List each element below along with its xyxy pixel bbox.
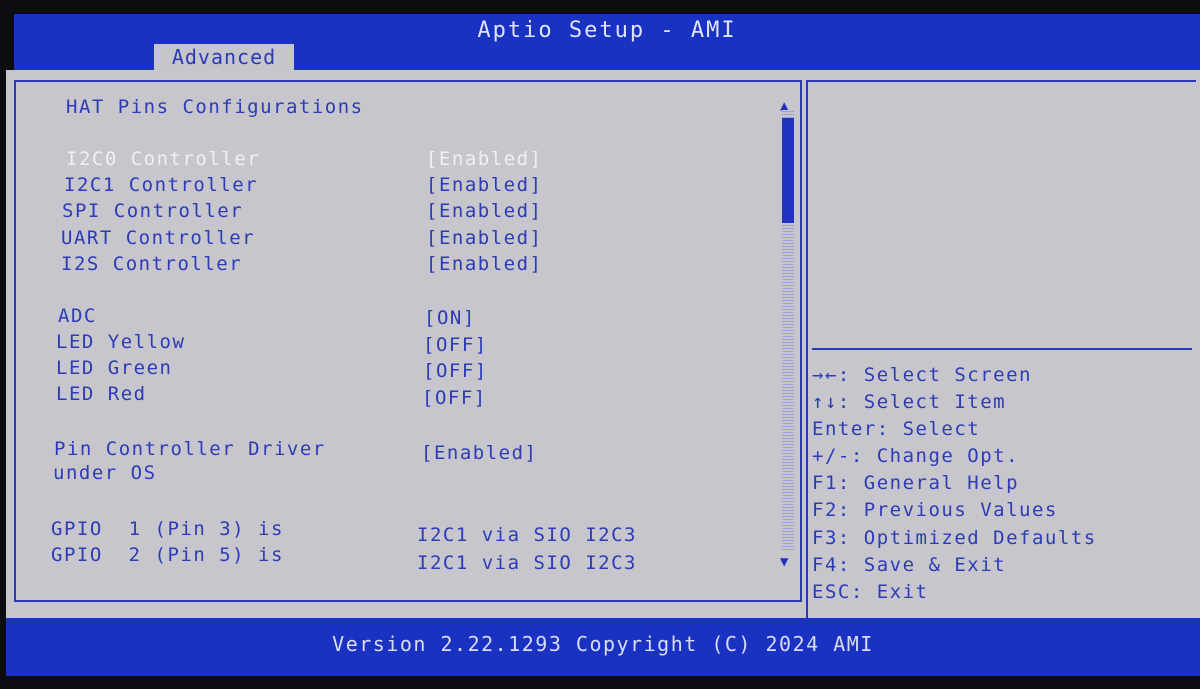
gpio-1-label: GPIO 1 (Pin 3) is bbox=[51, 518, 284, 540]
help-esc: ESC: Exit bbox=[812, 581, 929, 603]
setting-label-i2s[interactable]: I2S Controller bbox=[61, 253, 242, 275]
gpio-1-value: I2C1 via SIO I2C3 bbox=[417, 524, 637, 546]
help-select-screen: →←: Select Screen bbox=[812, 364, 1032, 386]
setting-label-uart[interactable]: UART Controller bbox=[61, 227, 255, 249]
setting-value-i2s[interactable]: [Enabled] bbox=[426, 253, 542, 275]
help-enter-select: Enter: Select bbox=[812, 418, 981, 440]
setting-label-spi[interactable]: SPI Controller bbox=[62, 200, 243, 222]
setup-panel: HAT Pins Configurations I2C0 Controller … bbox=[6, 70, 1200, 618]
title-bar: Aptio Setup - AMI Advanced bbox=[14, 14, 1200, 70]
setting-label-led-red[interactable]: LED Red bbox=[56, 383, 147, 405]
help-f2: F2: Previous Values bbox=[812, 499, 1058, 521]
gpio-2-label: GPIO 2 (Pin 5) is bbox=[51, 544, 284, 566]
tab-advanced[interactable]: Advanced bbox=[154, 44, 294, 70]
setting-value-uart[interactable]: [Enabled] bbox=[426, 227, 542, 249]
help-f1: F1: General Help bbox=[812, 472, 1020, 494]
setting-label-led-yellow[interactable]: LED Yellow bbox=[56, 331, 185, 353]
window-title: Aptio Setup - AMI bbox=[477, 18, 737, 43]
setting-value-adc[interactable]: [ON] bbox=[424, 307, 476, 329]
help-change-opt: +/-: Change Opt. bbox=[812, 445, 1020, 467]
setting-value-i2c1[interactable]: [Enabled] bbox=[426, 174, 542, 196]
setting-value-led-yellow[interactable]: [OFF] bbox=[423, 334, 488, 356]
setting-label-i2c1[interactable]: I2C1 Controller bbox=[64, 174, 258, 196]
scrollbar-thumb[interactable] bbox=[782, 118, 794, 223]
setting-label-i2c0[interactable]: I2C0 Controller bbox=[66, 148, 260, 170]
setting-value-pin-controller[interactable]: [Enabled] bbox=[421, 442, 537, 464]
footer-bar: Version 2.22.1293 Copyright (C) 2024 AMI bbox=[6, 618, 1200, 676]
setting-label-led-green[interactable]: LED Green bbox=[56, 357, 172, 379]
setting-value-led-green[interactable]: [OFF] bbox=[423, 360, 488, 382]
help-f3: F3: Optimized Defaults bbox=[812, 527, 1097, 549]
setting-label-adc[interactable]: ADC bbox=[58, 305, 97, 327]
version-text: Version 2.22.1293 Copyright (C) 2024 AMI bbox=[332, 632, 874, 656]
setting-label-pin-controller[interactable]: Pin Controller Driver bbox=[54, 438, 326, 460]
scroll-down-icon[interactable]: ▼ bbox=[780, 554, 788, 570]
help-divider bbox=[812, 348, 1192, 350]
setting-value-led-red[interactable]: [OFF] bbox=[422, 387, 487, 409]
setting-label-pin-controller-line2[interactable]: under OS bbox=[53, 462, 157, 484]
help-f4: F4: Save & Exit bbox=[812, 554, 1007, 576]
gpio-2-value: I2C1 via SIO I2C3 bbox=[417, 552, 637, 574]
setting-value-i2c0[interactable]: [Enabled] bbox=[426, 148, 542, 170]
help-select-item: ↑↓: Select Item bbox=[812, 391, 1007, 413]
setting-value-spi[interactable]: [Enabled] bbox=[426, 200, 542, 222]
section-title: HAT Pins Configurations bbox=[66, 96, 364, 118]
